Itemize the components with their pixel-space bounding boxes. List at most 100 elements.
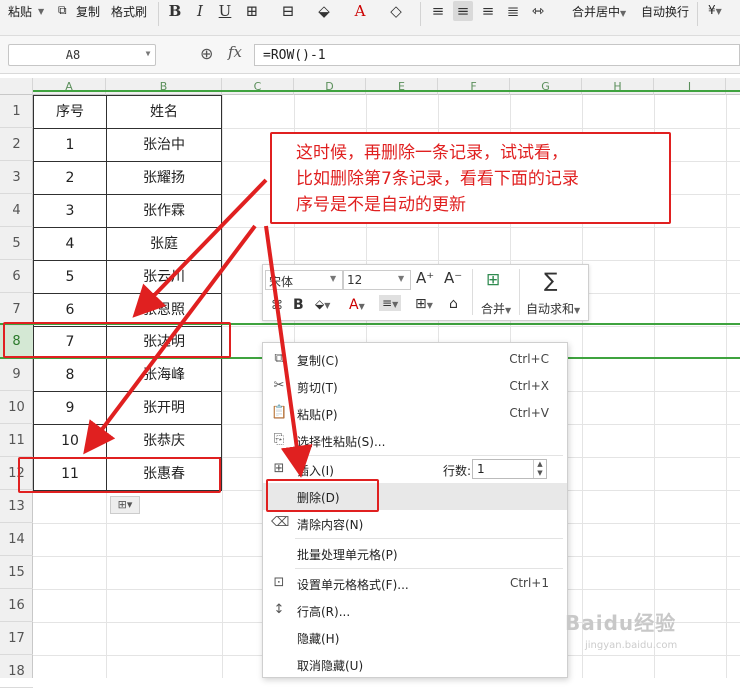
column-header[interactable]: H xyxy=(582,78,654,95)
merge-icon[interactable]: ⊞ xyxy=(486,270,500,290)
font-color-icon[interactable]: A▼ xyxy=(349,297,365,313)
column-header[interactable]: A xyxy=(33,78,106,95)
align-center-icon[interactable]: ≡ xyxy=(453,1,473,21)
menu-item-hide[interactable]: 隐藏(H) xyxy=(263,624,567,651)
menu-item-clear-contents[interactable]: ⌫ 清除内容(N) xyxy=(263,510,567,537)
merge-button[interactable]: 合并▼ xyxy=(481,300,511,317)
index-cell[interactable]: 3 xyxy=(33,194,107,228)
row-header[interactable]: 17 xyxy=(0,622,33,655)
menu-item-label: 选择性粘贴(S)... xyxy=(297,435,386,449)
autosum-button[interactable]: 自动求和▼ xyxy=(526,300,580,317)
font-name-select[interactable]: 宋体 ▼ xyxy=(265,270,343,290)
menu-item-copy[interactable]: ⧉ 复制(C) Ctrl+C xyxy=(263,346,567,373)
increase-font-icon[interactable]: A⁺ xyxy=(416,269,434,287)
paste-dropdown-icon[interactable]: ▼ xyxy=(38,3,44,17)
menu-item-paste[interactable]: 📋 粘贴(P) Ctrl+V xyxy=(263,400,567,427)
fill-format-icon[interactable]: ⊟ xyxy=(278,1,298,21)
font-size-select[interactable]: 12 ▼ xyxy=(343,270,411,290)
menu-item-batch-process[interactable]: 批量处理单元格(P) xyxy=(263,540,567,567)
row-header[interactable]: 2 xyxy=(0,128,33,161)
align-center-icon[interactable]: ≡▼ xyxy=(379,295,402,311)
clear-format-icon[interactable]: ◇ xyxy=(386,1,406,21)
spinner-icon[interactable]: ▲ ▼ xyxy=(533,460,546,478)
decrease-font-icon[interactable]: A⁻ xyxy=(444,269,462,287)
name-cell[interactable]: 张庭 xyxy=(106,227,222,261)
column-header[interactable]: I xyxy=(654,78,726,95)
clear-icon[interactable]: ⌂ xyxy=(449,296,458,312)
font-color-icon[interactable]: A xyxy=(350,1,370,21)
chevron-down-icon[interactable]: ▼ xyxy=(143,49,153,58)
name-cell[interactable]: 张作霖 xyxy=(106,194,222,228)
underline-icon[interactable]: U xyxy=(215,1,235,21)
index-cell[interactable]: 5 xyxy=(33,260,107,294)
row-header[interactable]: 11 xyxy=(0,424,33,457)
italic-icon[interactable]: I xyxy=(190,1,210,21)
format-painter-icon[interactable]: ⌘ xyxy=(271,298,283,312)
menu-item-paste-special[interactable]: ⎘ 选择性粘贴(S)... xyxy=(263,427,567,454)
row-header[interactable]: 10 xyxy=(0,391,33,424)
name-cell[interactable]: 张耀扬 xyxy=(106,161,222,195)
format-painter-button[interactable]: 格式刷 xyxy=(111,3,147,20)
header-cell-index[interactable]: 序号 xyxy=(33,95,107,129)
row-7-highlight-box xyxy=(3,322,231,358)
formula-input[interactable]: =ROW()-1 xyxy=(254,44,740,66)
row-header[interactable]: 18 xyxy=(0,655,33,688)
bold-icon[interactable]: B xyxy=(293,297,304,313)
select-all-corner[interactable] xyxy=(0,78,33,95)
index-cell[interactable]: 1 xyxy=(33,128,107,162)
index-cell[interactable]: 8 xyxy=(33,358,107,392)
menu-item-cut[interactable]: ✂ 剪切(T) Ctrl+X xyxy=(263,373,567,400)
row-header[interactable]: 9 xyxy=(0,358,33,391)
row-11-highlight-box xyxy=(18,457,221,493)
row-count-input[interactable]: 1 ▲ ▼ xyxy=(472,459,547,479)
column-header[interactable]: F xyxy=(438,78,510,95)
row-header[interactable]: 1 xyxy=(0,95,33,128)
column-header[interactable]: B xyxy=(106,78,222,95)
align-right-icon[interactable]: ≡ xyxy=(478,1,498,21)
column-header[interactable]: D xyxy=(294,78,366,95)
row-header[interactable]: 3 xyxy=(0,161,33,194)
fill-color-icon[interactable]: ⬙ xyxy=(314,1,334,21)
border-icon[interactable]: ⊞ xyxy=(242,1,262,21)
wrap-text-button[interactable]: 自动换行 xyxy=(641,3,689,20)
zoom-icon[interactable]: ⊕ xyxy=(200,44,213,63)
row-header[interactable]: 13 xyxy=(0,490,33,523)
index-cell[interactable]: 10 xyxy=(33,424,107,458)
row-header[interactable]: 16 xyxy=(0,589,33,622)
copy-button[interactable]: 复制 xyxy=(76,3,100,20)
name-cell[interactable]: 张恭庆 xyxy=(106,424,222,458)
name-cell[interactable]: 张治中 xyxy=(106,128,222,162)
name-cell[interactable]: 张开明 xyxy=(106,391,222,425)
align-left-icon[interactable]: ≡ xyxy=(428,1,448,21)
distributed-align-icon[interactable]: ⇿ xyxy=(528,1,548,21)
header-cell-name[interactable]: 姓名 xyxy=(106,95,222,129)
column-header[interactable]: C xyxy=(222,78,294,95)
menu-item-unhide[interactable]: 取消隐藏(U) xyxy=(263,651,567,678)
copy-icon[interactable]: ⧉ xyxy=(58,3,67,18)
row-header[interactable]: 15 xyxy=(0,556,33,589)
menu-item-format-cells[interactable]: ⊡ 设置单元格格式(F)... Ctrl+1 xyxy=(263,570,567,597)
fill-color-icon[interactable]: ⬙▼ xyxy=(315,297,330,311)
fx-icon[interactable]: fx xyxy=(228,43,242,61)
name-cell[interactable]: 张云川 xyxy=(106,260,222,294)
row-header[interactable]: 14 xyxy=(0,523,33,556)
column-header[interactable]: E xyxy=(366,78,438,95)
name-box[interactable]: A8 ▼ xyxy=(8,44,156,66)
index-cell[interactable]: 9 xyxy=(33,391,107,425)
column-header[interactable]: G xyxy=(510,78,582,95)
sigma-icon[interactable]: ∑ xyxy=(544,268,557,292)
name-cell[interactable]: 张海峰 xyxy=(106,358,222,392)
merge-center-button[interactable]: 合并居中▼ xyxy=(572,3,626,20)
menu-item-row-height[interactable]: ↕ 行高(R)... xyxy=(263,597,567,624)
bold-icon[interactable]: B xyxy=(165,1,185,21)
index-cell[interactable]: 4 xyxy=(33,227,107,261)
currency-icon[interactable]: ¥▼ xyxy=(708,3,722,17)
justify-icon[interactable]: ≣ xyxy=(503,1,523,21)
paste-options-icon[interactable]: ⊞▾ xyxy=(110,496,140,514)
border-icon[interactable]: ⊞▼ xyxy=(415,296,433,312)
paste-button[interactable]: 粘贴 xyxy=(8,3,32,20)
row-header[interactable]: 6 xyxy=(0,260,33,293)
row-header[interactable]: 5 xyxy=(0,227,33,260)
index-cell[interactable]: 2 xyxy=(33,161,107,195)
row-header[interactable]: 4 xyxy=(0,194,33,227)
